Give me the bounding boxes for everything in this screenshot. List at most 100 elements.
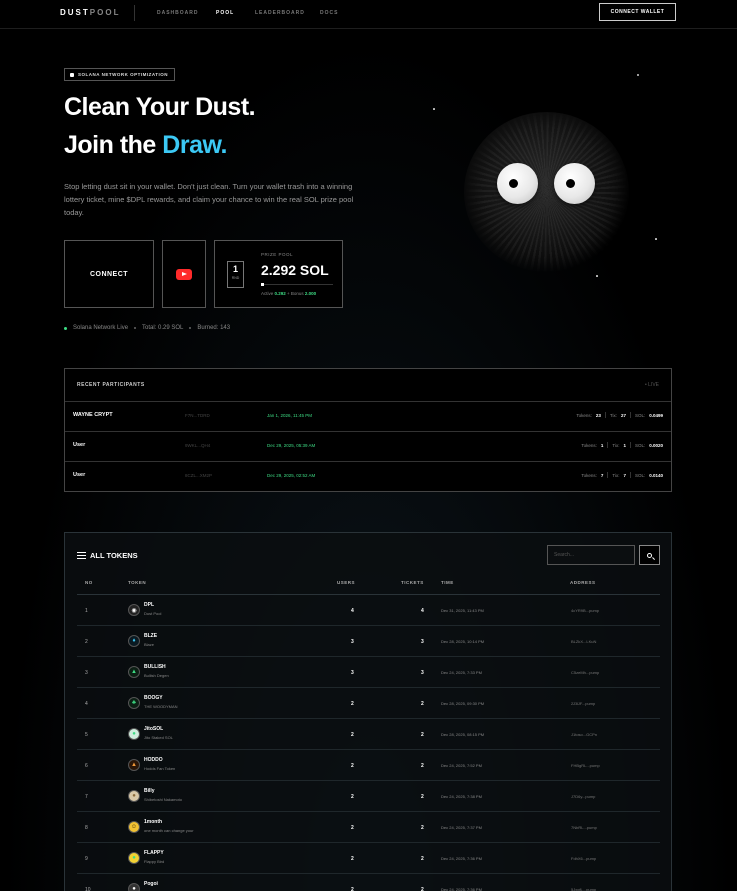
connect-wallet-button[interactable]: CONNECT WALLET [599,3,676,21]
token-time: Dec 24, 2025, 7:52 PM [441,763,482,768]
token-symbol: HODDO [144,757,163,763]
live-status-icon [64,326,67,330]
token-address[interactable]: FHBgRL...pump [571,763,600,768]
token-address[interactable]: 7NbRL...pump [571,825,597,830]
prize-pool-value: 2.292 SOL [261,262,329,278]
tokens-value: 7 [600,472,604,478]
sol-label: SOL: [634,442,646,448]
token-rank: 4 [85,701,88,707]
token-row[interactable]: 4 ♣ BOOGY THE WOODYMAN 2 2 Dec 28, 2025, 09:30… [77,688,660,719]
token-address[interactable]: 4cYR9B...pump [571,608,599,613]
tokens-value: 23 [595,412,601,418]
token-search-input[interactable] [547,545,635,565]
token-address[interactable]: FdhX6...pump [571,856,596,861]
token-users: 3 [351,670,354,676]
headline-line-1: Clean Your Dust. [64,93,256,121]
token-logo-icon: ☺ [128,821,140,833]
left-eye [497,163,538,204]
token-name: Hodds Fan Token [144,766,176,771]
network-badge: SOLANA NETWORK OPTIMIZATION [64,68,175,81]
participant-row[interactable]: WAYNE CRYPT F7N...TDRD Jan 1, 2026, 11:4… [65,401,671,431]
sol-value: 0.0499 [649,412,663,418]
top-nav: DUSTPOOL DASHBOARD POOL LEADERBOARD DOCS… [0,0,737,29]
tokens-value: 1 [600,442,604,448]
sol-value: 0.0020 [649,442,663,448]
token-rank: 8 [85,825,88,831]
token-symbol: JitoSOL [144,726,164,732]
token-time: Dec 28, 2025, 08:15 PM [441,732,485,737]
all-tokens-panel: ALL TOKENS NO TOKEN USERS TICKETS TIME A… [64,532,672,891]
column-header-users[interactable]: USERS [337,580,355,585]
tokens-label: Tokens: [576,412,592,418]
token-address[interactable]: J1toso...GCPn [571,732,597,737]
token-address[interactable]: J7D6y...pump [571,794,595,799]
prize-detail-mid: + Bonus [285,291,305,296]
token-row[interactable]: 5 ● JitoSOL Jito Staked SOL 2 2 Dec 28, 2025, … [77,719,660,750]
token-tickets: 4 [421,608,424,614]
token-address[interactable]: BLZkX...LKuN [571,639,596,644]
logo[interactable]: DUSTPOOL [60,8,120,17]
token-row[interactable]: 6 ▲ HODDO Hodds Fan Token 2 2 Dec 24, 2025, 7:… [77,750,660,781]
token-rank: 3 [85,670,88,676]
token-users: 2 [351,825,354,831]
token-name: Shibetoshi Nakamoto [144,797,183,802]
token-row[interactable]: 3 ▲ BULLISH Bullish Degen 3 3 Dec 24, 2025, 7:… [77,657,660,688]
nav-link-dashboard[interactable]: DASHBOARD [157,10,199,16]
nav-link-leaderboard[interactable]: LEADERBOARD [255,10,305,16]
recent-participants-panel: RECENT PARTICIPANTS • LIVE WAYNE CRYPT F… [64,368,672,492]
list-icon [77,552,86,560]
token-time: Dec 31, 2025, 11:43 PM [441,608,484,613]
headline-line-2: Join the Draw. [64,131,227,160]
token-time: Dec 28, 2025, 09:30 PM [441,701,485,706]
token-row[interactable]: 1 ◉ DPL Dust Pool 4 4 Dec 31, 2025, 11:43 PM 4c… [77,595,660,626]
token-symbol: DPL [144,602,154,608]
column-header-no[interactable]: NO [85,580,93,585]
nav-link-pool[interactable]: POOL [216,10,234,16]
prize-detail-prefix: Active [261,291,275,296]
column-header-time[interactable]: TIME [441,580,454,585]
right-eye [554,163,595,204]
column-header-address[interactable]: ADDRESS [570,580,596,585]
token-time: Dec 24, 2025, 7:38 PM [441,794,482,799]
separator-dot [134,327,137,329]
token-row[interactable]: 8 ☺ 1month one month can change your 2 2 Dec 2… [77,812,660,843]
dust-ball [464,112,629,272]
participant-address: 9WKL...QH4 [185,443,211,448]
token-users: 4 [351,608,354,614]
right-pupil [566,179,575,188]
token-tickets: 2 [421,794,424,800]
participant-address: F7N...TDRD [185,413,210,418]
participant-row[interactable]: User 8CZL...XM2P Dec 29, 2025, 02:52 AM … [65,461,671,491]
token-address[interactable]: 5JxgfL...pump [571,887,596,891]
token-row[interactable]: 10●PogoiPogoi22Dec 24, 2025, 7:36 PM5Jxg… [77,874,660,891]
participant-row[interactable]: User 9WKL...QH4 Dec 29, 2025, 05:39 AM T… [65,431,671,461]
column-header-token[interactable]: TOKEN [128,580,146,585]
token-tickets: 3 [421,639,424,645]
total-sol: Total: 0.29 SOL [142,325,184,331]
token-users: 2 [351,794,354,800]
token-name: Blaze [144,642,155,647]
token-time: Dec 24, 2025, 7:33 PM [441,670,482,675]
token-row[interactable]: 2 ♦ BLZE Blaze 3 3 Dec 28, 2025, 10:14 PM BLZkX… [77,626,660,657]
headline-accent: Draw. [162,131,227,159]
stat-divider [607,472,609,478]
youtube-button[interactable] [162,240,206,308]
separator-dot [189,327,192,329]
token-address[interactable]: 2Z8JF...pump [571,701,595,706]
token-logo-icon: ♦ [128,635,140,647]
connect-button[interactable]: CONNECT [64,240,154,308]
search-button[interactable] [639,545,660,565]
token-users: 2 [351,887,354,891]
badge-icon [70,72,74,77]
token-row[interactable]: 9 ● FLAPPY Flappy Bird 2 2 Dec 24, 2025, 7:36 … [77,843,660,874]
participant-stats: Tokens: 23 Tix: 27 SOL: 0.0499 [576,412,663,418]
tix-value: 1 [623,442,626,448]
tix-value: 7 [623,472,626,478]
token-name: Flappy Bird [144,859,165,864]
token-rank: 6 [85,763,88,769]
headline-prefix: Join the [64,131,163,159]
token-row[interactable]: 7 ● Billy Shibetoshi Nakamoto 2 2 Dec 24, 2025… [77,781,660,812]
column-header-tickets[interactable]: TICKETS [401,580,424,585]
nav-link-docs[interactable]: DOCS [320,10,338,16]
token-address[interactable]: C5zeMh...pump [571,670,599,675]
